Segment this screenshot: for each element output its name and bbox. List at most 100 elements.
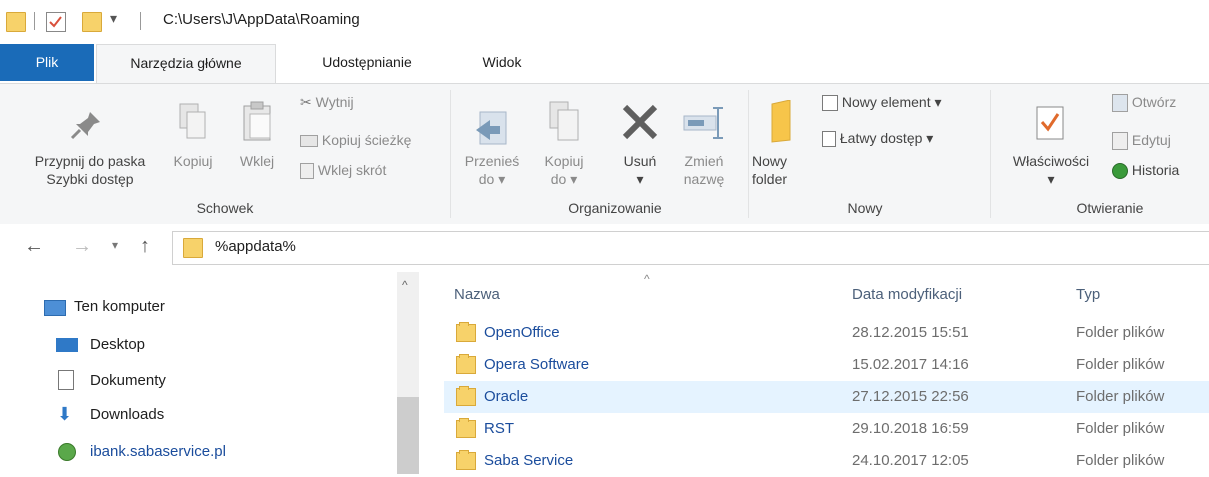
open-label: Otwórz <box>1131 94 1177 110</box>
copy-path-icon <box>300 135 318 148</box>
table-row[interactable]: OpenOffice 28.12.2015 15:51 Folder plikó… <box>444 317 1209 349</box>
folder-icon <box>456 322 476 342</box>
scissors-icon: ✂ <box>300 94 312 110</box>
cut-button[interactable]: ✂ Wytnij <box>300 94 354 111</box>
copy-to-label-line1: Kopiuj <box>544 153 584 169</box>
file-date: 28.12.2015 15:51 <box>852 324 969 341</box>
properties-icon <box>1036 106 1064 143</box>
pin-quick-access-button[interactable]: Przypnij do paska Szybki dostęp <box>20 152 160 188</box>
rename-icon <box>682 106 728 143</box>
history-button[interactable]: Historia <box>1112 162 1180 180</box>
properties-quick-access-icon[interactable] <box>46 12 66 32</box>
divider <box>990 90 991 218</box>
copy-to-label-line2: do ▾ <box>550 171 578 187</box>
address-bar[interactable]: %appdata% <box>172 231 1209 265</box>
group-label-new: Nowy <box>847 200 883 216</box>
file-date: 29.10.2018 16:59 <box>852 420 969 437</box>
column-header-type[interactable]: Typ <box>1076 286 1100 303</box>
new-folder-label-line1: Nowy <box>752 153 788 169</box>
edit-button[interactable]: Edytuj <box>1112 132 1171 151</box>
group-label-organize: Organizowanie <box>568 200 662 216</box>
history-icon <box>1112 163 1128 180</box>
navigation-pane: Ten komputer Desktop Dokumenty ⬇ Downloa… <box>0 272 420 474</box>
desktop-icon <box>56 338 78 352</box>
scroll-up-icon[interactable]: ^ <box>402 278 408 292</box>
folder-icon <box>183 238 203 258</box>
copy-button[interactable]: Kopiuj <box>170 152 216 170</box>
nav-item-ibank[interactable]: ibank.sabaservice.pl <box>90 440 226 464</box>
documents-icon <box>58 370 74 390</box>
back-arrow-icon[interactable]: ← <box>24 235 44 258</box>
sort-ascending-icon: ^ <box>644 272 650 286</box>
divider <box>748 90 749 218</box>
easy-access-button[interactable]: Łatwy dostęp ▾ <box>822 130 933 148</box>
up-arrow-icon[interactable]: ↑ <box>140 235 150 258</box>
scrollbar-thumb[interactable] <box>397 397 419 474</box>
file-name: Opera Software <box>484 356 590 373</box>
open-icon <box>1112 94 1128 113</box>
pin-icon <box>70 108 104 145</box>
delete-button[interactable]: Usuń ▾ <box>612 152 668 188</box>
move-label-line2: do ▾ <box>478 171 506 187</box>
history-label: Historia <box>1131 162 1180 178</box>
nav-item-downloads[interactable]: Downloads <box>90 403 164 427</box>
paste-button[interactable]: Wklej <box>234 152 280 170</box>
forward-arrow-icon[interactable]: → <box>72 235 92 258</box>
table-row[interactable]: Saba Service 24.10.2017 12:05 Folder pli… <box>444 445 1209 477</box>
tab-file[interactable]: Plik <box>0 44 94 81</box>
paste-icon <box>242 100 274 147</box>
properties-button[interactable]: Właściwości ▾ <box>1002 152 1100 188</box>
new-folder-button[interactable]: Nowy folder <box>752 152 808 188</box>
delete-label: Usuń <box>623 153 657 169</box>
copy-path-label: Kopiuj ścieżkę <box>321 132 412 148</box>
table-row[interactable]: RST 29.10.2018 16:59 Folder plików <box>444 413 1209 445</box>
recent-locations-chevron-icon[interactable]: ▾ <box>112 238 118 252</box>
paste-shortcut-label: Wklej skrót <box>317 162 387 178</box>
rename-label-line2: nazwę <box>683 171 725 187</box>
tab-view[interactable]: Widok <box>462 44 542 81</box>
customize-quick-access-icon[interactable]: ▾ <box>110 10 117 27</box>
file-type: Folder plików <box>1076 388 1165 405</box>
tab-home[interactable]: Narzędzia główne <box>96 44 276 83</box>
file-date: 27.12.2015 22:56 <box>852 388 969 405</box>
network-location-icon <box>58 443 76 461</box>
easy-access-icon <box>822 131 836 148</box>
file-type: Folder plików <box>1076 356 1165 373</box>
column-header-name[interactable]: Nazwa <box>454 286 500 303</box>
file-name: Saba Service <box>484 452 574 469</box>
folder-icon <box>456 418 476 438</box>
edit-label: Edytuj <box>1131 132 1171 148</box>
new-item-button[interactable]: Nowy element ▾ <box>822 94 942 112</box>
rename-label-line1: Zmień <box>684 153 724 169</box>
file-name: Oracle <box>484 388 529 405</box>
file-type: Folder plików <box>1076 452 1165 469</box>
table-row[interactable]: Opera Software 15.02.2017 14:16 Folder p… <box>444 349 1209 381</box>
divider <box>140 12 141 30</box>
title-bar: ▾ C:\Users\J\AppData\Roaming <box>0 0 1209 38</box>
tab-share[interactable]: Udostępnianie <box>282 44 452 81</box>
move-to-button[interactable]: Przenieś do ▾ <box>462 152 522 188</box>
column-header-date[interactable]: Data modyfikacji <box>852 286 962 303</box>
chevron-down-icon: ▾ <box>636 171 644 187</box>
address-input[interactable]: %appdata% <box>215 238 296 255</box>
nav-item-desktop[interactable]: Desktop <box>90 333 145 357</box>
new-folder-quick-access-icon[interactable] <box>82 12 102 32</box>
pin-label-line1: Przypnij do paska <box>34 153 146 169</box>
folder-icon <box>6 12 26 32</box>
address-row: ← → ▾ ↑ %appdata% <box>0 224 1209 270</box>
delete-x-icon <box>620 102 660 145</box>
folder-icon <box>456 354 476 374</box>
file-name: RST <box>484 420 514 437</box>
copy-path-button[interactable]: Kopiuj ścieżkę <box>300 132 411 148</box>
table-row[interactable]: Oracle 27.12.2015 22:56 Folder plików <box>444 381 1209 413</box>
open-button[interactable]: Otwórz <box>1112 94 1177 113</box>
paste-shortcut-icon <box>300 163 314 180</box>
nav-item-documents[interactable]: Dokumenty <box>90 369 166 393</box>
ribbon: Przypnij do paska Szybki dostęp Kopiuj W… <box>0 83 1209 225</box>
folder-icon <box>456 450 476 470</box>
rename-button[interactable]: Zmień nazwę <box>672 152 736 188</box>
nav-item-this-pc[interactable]: Ten komputer <box>74 295 165 319</box>
paste-shortcut-button[interactable]: Wklej skrót <box>300 162 387 180</box>
copy-to-button[interactable]: Kopiuj do ▾ <box>534 152 594 188</box>
ribbon-tabs: Plik Narzędzia główne Udostępnianie Wido… <box>0 44 1209 84</box>
